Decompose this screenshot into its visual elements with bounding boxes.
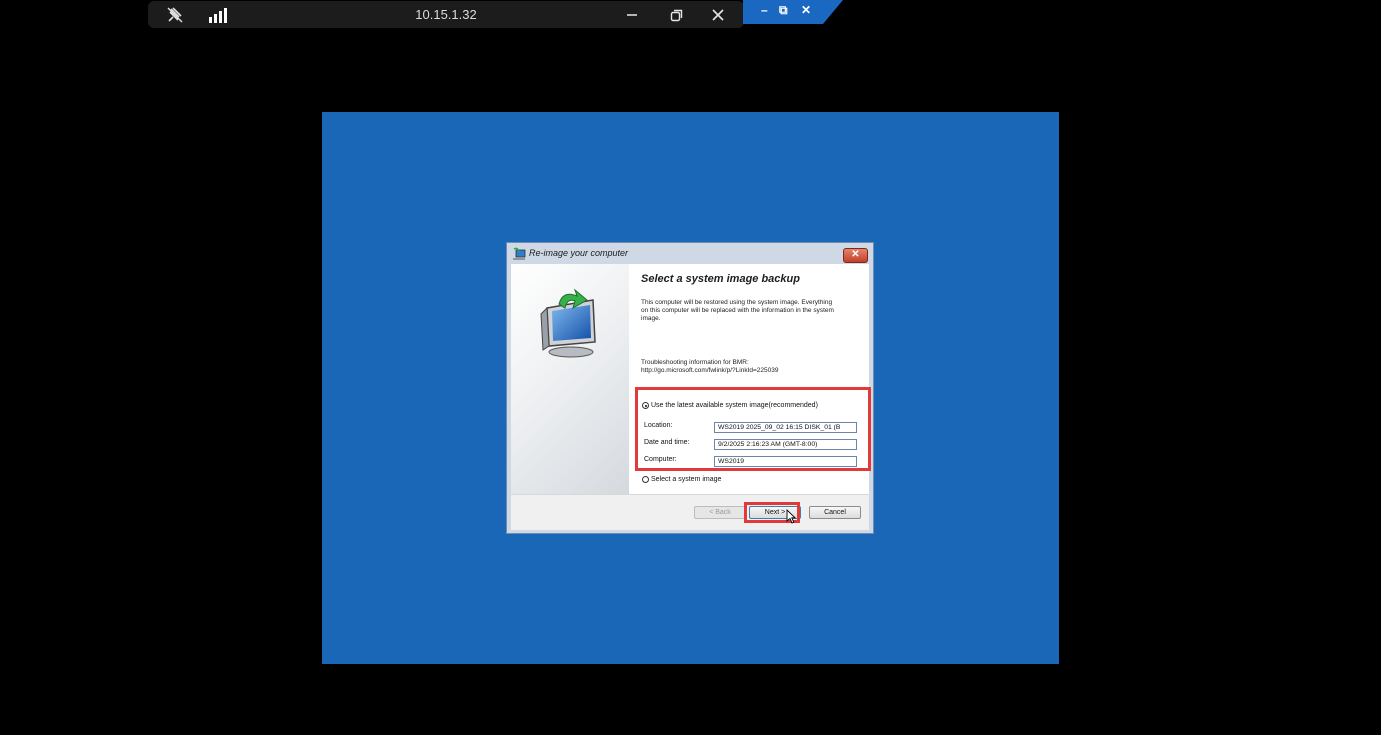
close-icon: [712, 9, 724, 21]
troubleshooting-info: Troubleshooting information for BMR: htt…: [641, 359, 861, 375]
radio-latest-label: Use the latest available system image(re…: [651, 402, 818, 409]
radio-select-image[interactable]: Select a system image: [642, 476, 721, 483]
dialog-titlebar: Re-image your computer ✕: [507, 243, 873, 264]
dialog-client-area: Select a system image backup This comput…: [511, 264, 871, 530]
datetime-field: 9/2/2025 2:16:23 AM (GMT-8:00): [714, 439, 857, 450]
computer-label: Computer:: [644, 456, 677, 463]
restore-button[interactable]: [664, 4, 688, 26]
radio-selected-icon: [642, 402, 649, 409]
wizard-side-panel: [511, 264, 629, 494]
back-button[interactable]: < Back: [694, 506, 746, 519]
wizard-footer: < Back Next > Cancel: [511, 494, 869, 530]
close-button[interactable]: [706, 4, 730, 26]
troubleshooting-label: Troubleshooting information for BMR:: [641, 359, 749, 366]
radio-select-label: Select a system image: [651, 476, 722, 483]
remote-close-button[interactable]: ✕: [801, 3, 811, 17]
troubleshooting-link[interactable]: http://go.microsoft.com/fwlink/p/?LinkId…: [641, 367, 861, 375]
remote-restore-button[interactable]: ⧉: [779, 3, 788, 18]
location-field: WS2019 2025_09_02 16:15 DISK_01 (B: [714, 422, 857, 433]
minimize-icon: [627, 14, 637, 16]
location-label: Location:: [644, 422, 673, 429]
radio-latest-image[interactable]: Use the latest available system image(re…: [642, 402, 818, 409]
monitor-restore-icon: [540, 288, 596, 358]
remote-window-titlebar: – ⧉ ✕: [743, 0, 843, 24]
mouse-cursor-icon: [786, 509, 796, 524]
radio-unselected-icon: [642, 476, 649, 483]
remote-minimize-button[interactable]: –: [761, 3, 768, 17]
reimage-dialog: Re-image your computer ✕ Select a system…: [506, 242, 874, 534]
connection-bar: 10.15.1.32: [148, 1, 744, 28]
computer-field: WS2019: [714, 456, 857, 467]
restore-icon: [670, 9, 682, 21]
page-title: Select a system image backup: [641, 273, 800, 285]
dialog-title: Re-image your computer: [529, 248, 629, 258]
cancel-button[interactable]: Cancel: [809, 506, 861, 519]
backup-restore-icon: [513, 247, 526, 260]
datetime-label: Date and time:: [644, 439, 690, 446]
connection-ip: 10.15.1.32: [415, 7, 477, 22]
page-description: This computer will be restored using the…: [641, 299, 834, 322]
minimize-button[interactable]: [620, 4, 644, 26]
dialog-close-button[interactable]: ✕: [843, 248, 868, 263]
